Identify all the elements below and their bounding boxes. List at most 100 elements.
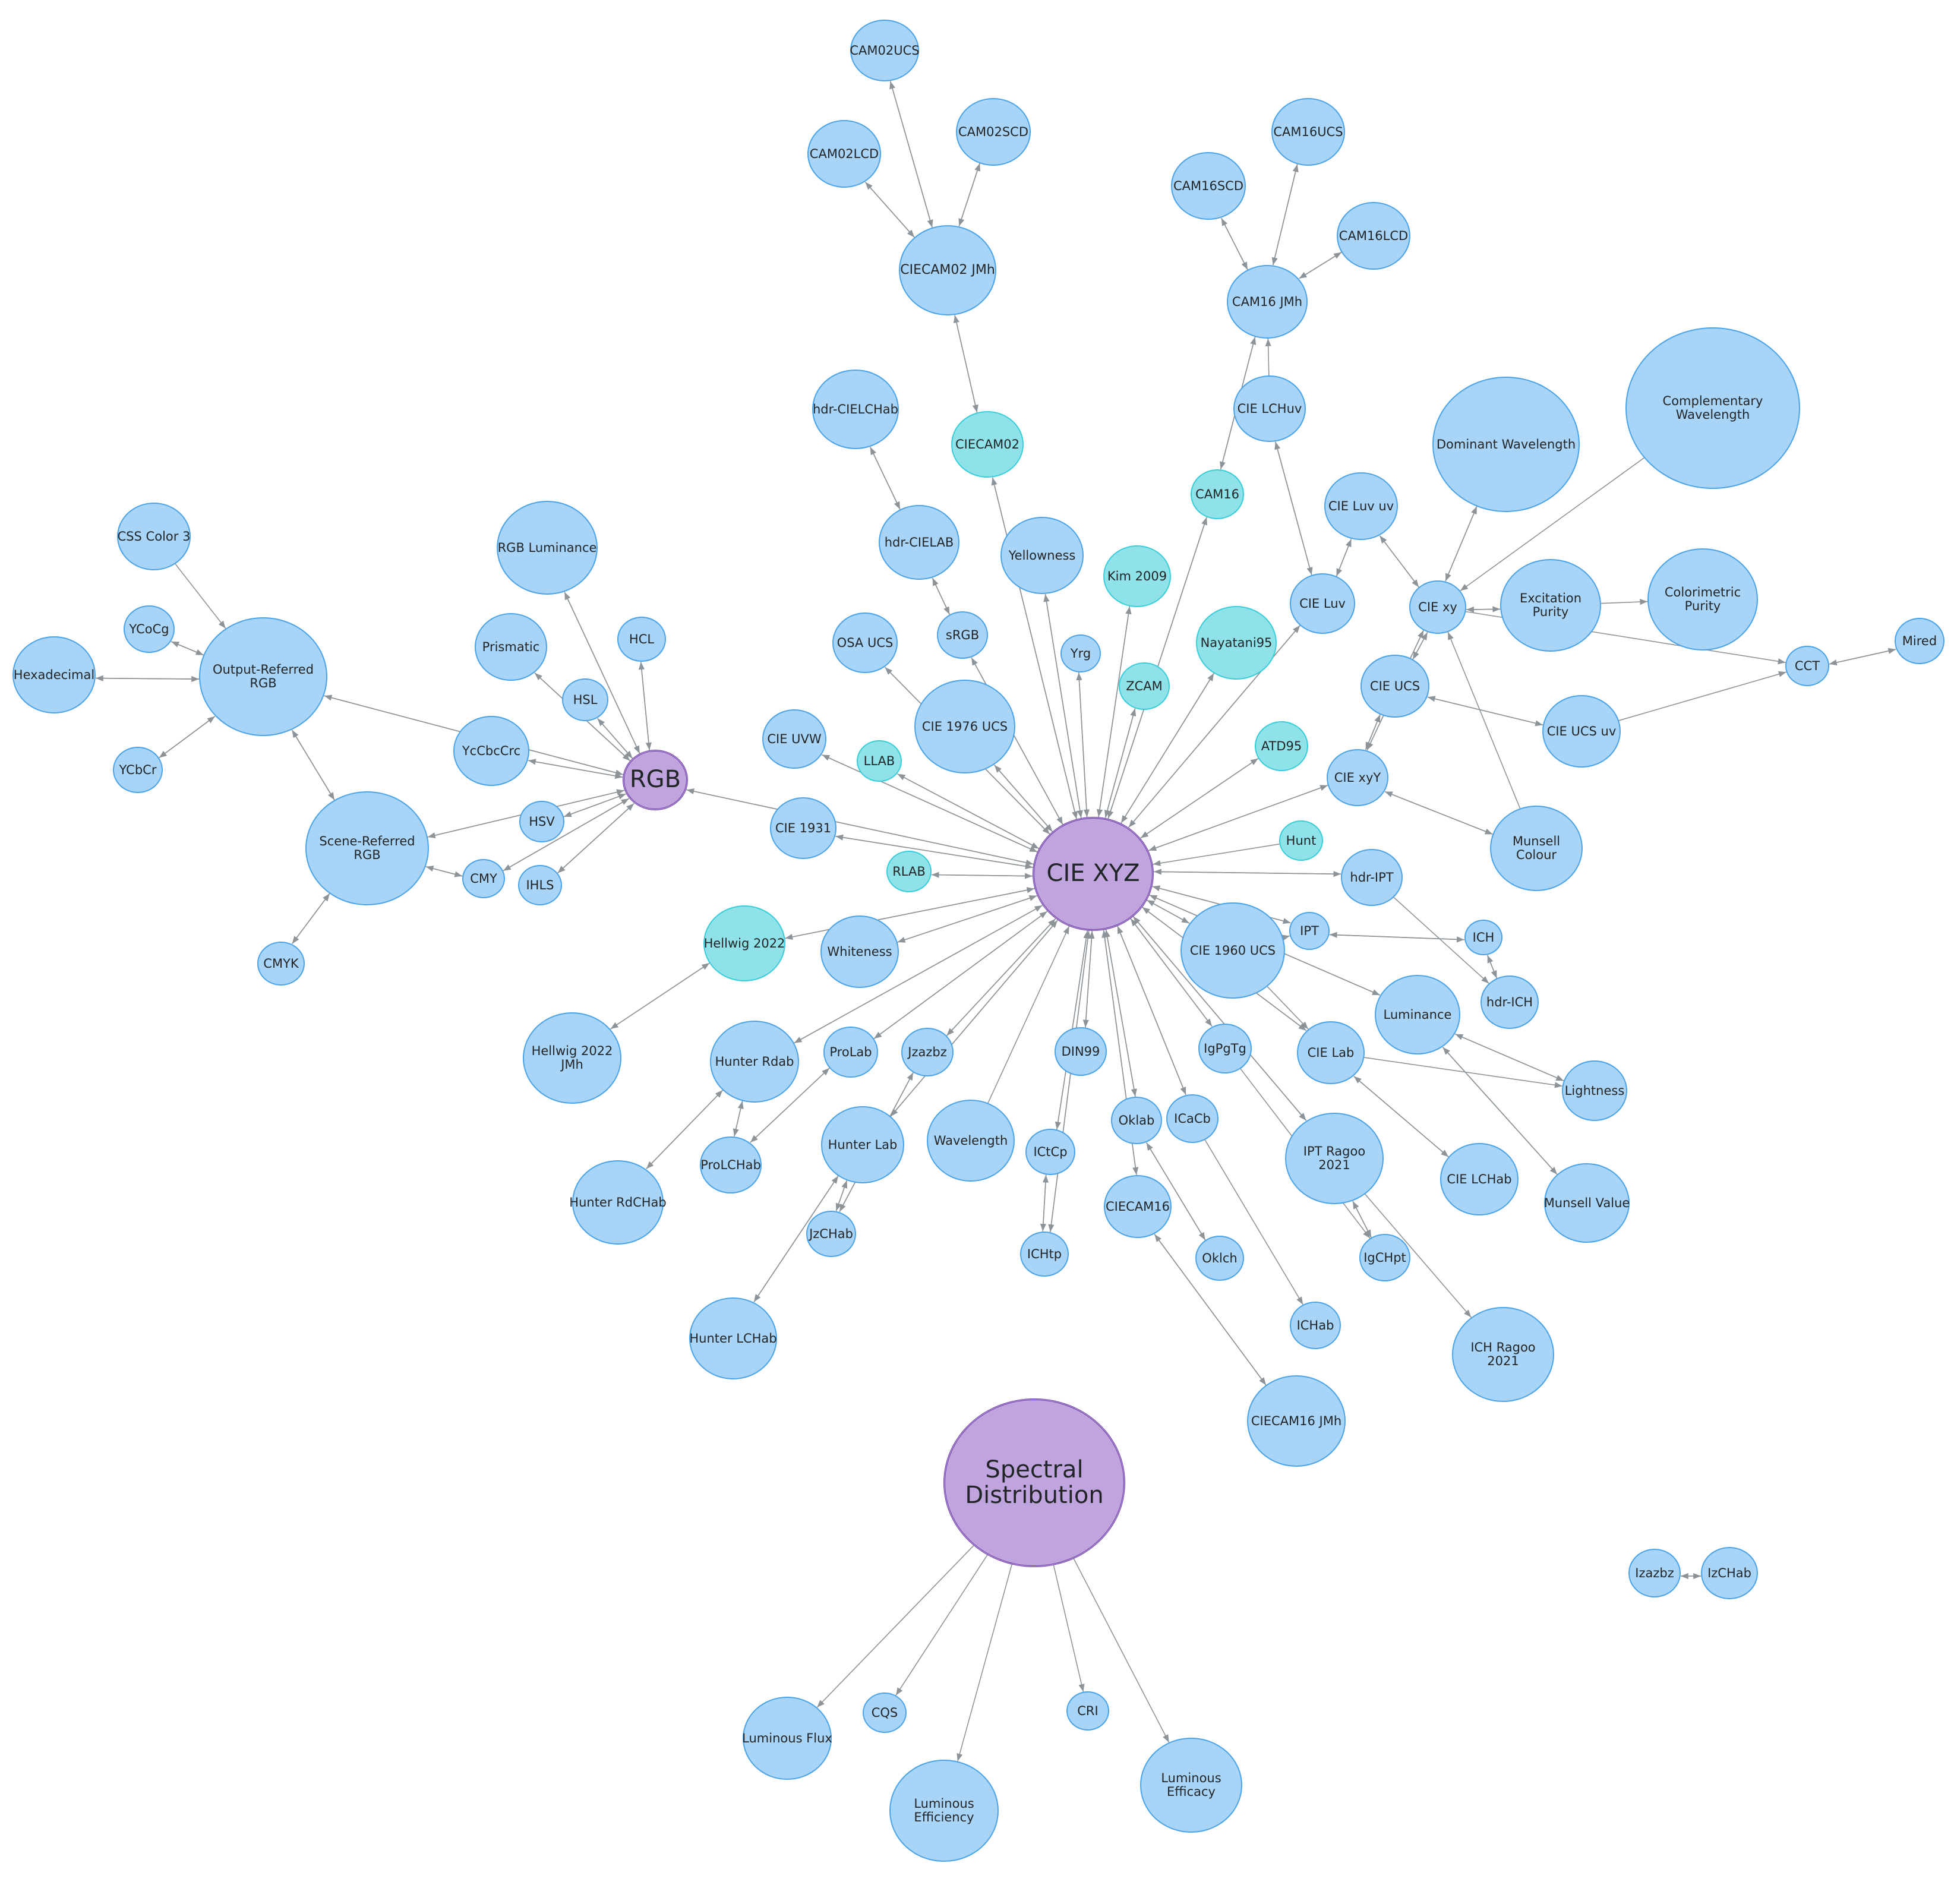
graph-node-cmyk[interactable]: CMYK: [257, 942, 305, 986]
graph-node-hellwigjmh[interactable]: Hellwig 2022 JMh: [523, 1012, 621, 1104]
graph-node-ycocg[interactable]: YCoCg: [124, 605, 175, 653]
graph-node-cqs[interactable]: CQS: [863, 1693, 907, 1733]
graph-node-cssc3[interactable]: CSS Color 3: [117, 503, 191, 570]
graph-node-ciexy[interactable]: CIE xy: [1409, 580, 1466, 634]
graph-node-hsl[interactable]: HSL: [562, 678, 608, 721]
graph-node-llab[interactable]: LLAB: [857, 740, 902, 782]
graph-node-ich[interactable]: ICH: [1464, 920, 1502, 955]
graph-node-zcam[interactable]: ZCAM: [1119, 662, 1170, 710]
graph-node-ipt[interactable]: IPT: [1289, 912, 1330, 950]
graph-node-cieuvw[interactable]: CIE UVW: [762, 709, 826, 769]
graph-node-compwave[interactable]: Complementary Wavelength: [1625, 327, 1800, 489]
graph-node-luminance[interactable]: Luminance: [1375, 975, 1460, 1054]
graph-node-cam02lcd[interactable]: CAM02LCD: [807, 120, 881, 188]
graph-node-cam16ucs[interactable]: CAM16UCS: [1271, 98, 1345, 166]
graph-node-excpurity[interactable]: Excitation Purity: [1500, 559, 1601, 652]
graph-node-ciecam02jmh[interactable]: CIECAM02 JMh: [899, 225, 996, 315]
graph-node-ciexyy[interactable]: CIE xyY: [1327, 749, 1388, 806]
graph-node-ciecam16[interactable]: CIECAM16: [1104, 1175, 1172, 1238]
graph-node-hdrcielchab[interactable]: hdr-CIELCHab: [812, 370, 899, 449]
graph-node-hdript[interactable]: hdr-IPT: [1341, 849, 1403, 906]
graph-node-iptragoo[interactable]: IPT Ragoo 2021: [1285, 1113, 1384, 1204]
graph-node-lightness[interactable]: Lightness: [1562, 1060, 1627, 1121]
graph-node-ihls[interactable]: IHLS: [518, 865, 562, 905]
graph-node-cielchuv[interactable]: CIE LCHuv: [1233, 375, 1306, 442]
graph-node-prismatic[interactable]: Prismatic: [475, 613, 547, 681]
graph-node-hunterlab[interactable]: Hunter Lab: [821, 1106, 904, 1183]
graph-node-lumefficacy[interactable]: Luminous Efficacy: [1140, 1738, 1242, 1833]
graph-node-kim2009[interactable]: Kim 2009: [1103, 545, 1171, 607]
graph-node-cri[interactable]: CRI: [1066, 1691, 1109, 1731]
graph-node-cmy[interactable]: CMY: [462, 859, 505, 898]
graph-node-yellowness[interactable]: Yellowness: [1000, 517, 1084, 594]
graph-node-cielab[interactable]: CIE Lab: [1297, 1021, 1365, 1084]
graph-node-domwave[interactable]: Dominant Wavelength: [1432, 377, 1580, 512]
graph-node-ycbcr[interactable]: YCbCr: [113, 747, 163, 793]
graph-node-lumeffic[interactable]: Luminous Efficiency: [889, 1760, 999, 1862]
graph-node-spectral[interactable]: Spectral Distribution: [943, 1398, 1125, 1567]
graph-node-hunterrdch[interactable]: Hunter RdCHab: [569, 1160, 667, 1245]
graph-node-cct[interactable]: CCT: [1785, 646, 1829, 686]
graph-node-lumflux[interactable]: Luminous Flux: [742, 1697, 832, 1780]
graph-node-whiteness[interactable]: Whiteness: [820, 915, 899, 988]
graph-node-scenergb[interactable]: Scene-Referred RGB: [305, 791, 429, 905]
graph-node-colpurity[interactable]: Colorimetric Purity: [1647, 548, 1758, 651]
graph-node-hdrich[interactable]: hdr-ICH: [1481, 975, 1539, 1029]
graph-node-cam02ucs[interactable]: CAM02UCS: [850, 20, 920, 81]
graph-node-izchab[interactable]: IzCHab: [1701, 1547, 1758, 1599]
graph-node-din99[interactable]: DIN99: [1055, 1027, 1107, 1076]
graph-node-wavelength[interactable]: Wavelength: [927, 1100, 1015, 1182]
graph-node-cie1931[interactable]: CIE 1931: [770, 797, 836, 859]
graph-node-yccbccrc[interactable]: YcCbcCrc: [453, 716, 529, 786]
graph-node-igpgtg[interactable]: IgPgTg: [1198, 1024, 1252, 1073]
graph-node-srgb[interactable]: sRGB: [937, 611, 988, 659]
graph-node-ichtp[interactable]: ICHtp: [1020, 1232, 1069, 1277]
graph-node-munsellcol[interactable]: Munsell Colour: [1490, 806, 1583, 891]
graph-node-atd95[interactable]: ATD95: [1255, 721, 1308, 771]
graph-node-prolchab[interactable]: ProLCHab: [700, 1136, 762, 1193]
graph-node-cam16lcd[interactable]: CAM16LCD: [1337, 202, 1410, 270]
graph-node-osaucs[interactable]: OSA UCS: [832, 612, 898, 673]
graph-node-oklab[interactable]: Oklab: [1111, 1097, 1162, 1144]
graph-node-ichragoo[interactable]: ICH Ragoo 2021: [1452, 1307, 1554, 1402]
graph-node-cielchab[interactable]: CIE LCHab: [1440, 1143, 1519, 1215]
graph-node-ciecam02[interactable]: CIECAM02: [951, 411, 1024, 478]
graph-node-ciexyz[interactable]: CIE XYZ: [1033, 817, 1154, 931]
graph-node-igchpt[interactable]: IgCHpt: [1359, 1234, 1410, 1281]
graph-node-prolab[interactable]: ProLab: [823, 1027, 878, 1078]
graph-node-rgblum[interactable]: RGB Luminance: [497, 501, 598, 595]
graph-node-cieluvuv[interactable]: CIE Luv uv: [1324, 472, 1398, 540]
graph-node-hdrcielab[interactable]: hdr-CIELAB: [879, 505, 959, 580]
graph-node-munsellval[interactable]: Munsell Value: [1544, 1163, 1630, 1243]
graph-node-cieluv[interactable]: CIE Luv: [1290, 573, 1355, 634]
graph-node-cam02scd[interactable]: CAM02SCD: [956, 98, 1031, 166]
graph-node-cam16scd[interactable]: CAM16SCD: [1171, 152, 1246, 220]
graph-node-rgb[interactable]: RGB: [623, 750, 688, 810]
graph-node-izazbz[interactable]: Izazbz: [1628, 1549, 1681, 1597]
graph-node-cieucsuv[interactable]: CIE UCS uv: [1542, 695, 1621, 768]
graph-node-cam16[interactable]: CAM16: [1191, 469, 1244, 519]
graph-node-cie1960ucs[interactable]: CIE 1960 UCS: [1180, 902, 1285, 999]
graph-node-hunterrdab[interactable]: Hunter Rdab: [710, 1021, 799, 1103]
graph-node-hellwig2022[interactable]: Hellwig 2022: [703, 905, 785, 981]
graph-node-yrg[interactable]: Yrg: [1060, 634, 1101, 672]
graph-node-rlab[interactable]: RLAB: [886, 851, 932, 892]
graph-node-hexadecimal[interactable]: Hexadecimal: [12, 636, 96, 713]
graph-node-hunt[interactable]: Hunt: [1279, 820, 1323, 861]
graph-node-mired[interactable]: Mired: [1895, 618, 1944, 664]
graph-node-oklch[interactable]: Oklch: [1195, 1236, 1244, 1281]
graph-node-cam16jmh[interactable]: CAM16 JMh: [1227, 265, 1308, 339]
graph-node-outrgb[interactable]: Output-Referred RGB: [199, 617, 327, 736]
graph-node-cieucs[interactable]: CIE UCS: [1360, 655, 1429, 718]
graph-node-jzchab[interactable]: JzCHab: [806, 1211, 856, 1257]
graph-node-hunterlchab[interactable]: Hunter LCHab: [689, 1297, 777, 1379]
graph-node-ichab[interactable]: ICHab: [1290, 1302, 1341, 1349]
graph-node-nayatani95[interactable]: Nayatani95: [1196, 606, 1277, 680]
graph-node-jzazbz[interactable]: Jzazbz: [901, 1028, 954, 1076]
graph-node-hsv[interactable]: HSV: [519, 801, 564, 842]
graph-node-hcl[interactable]: HCL: [617, 617, 666, 662]
graph-node-icacb[interactable]: ICaCb: [1166, 1094, 1219, 1143]
graph-node-cie1976ucs[interactable]: CIE 1976 UCS: [914, 680, 1015, 773]
graph-node-ciecam16jmh[interactable]: CIECAM16 JMh: [1247, 1375, 1346, 1467]
graph-node-ictcp[interactable]: ICtCp: [1025, 1129, 1075, 1175]
